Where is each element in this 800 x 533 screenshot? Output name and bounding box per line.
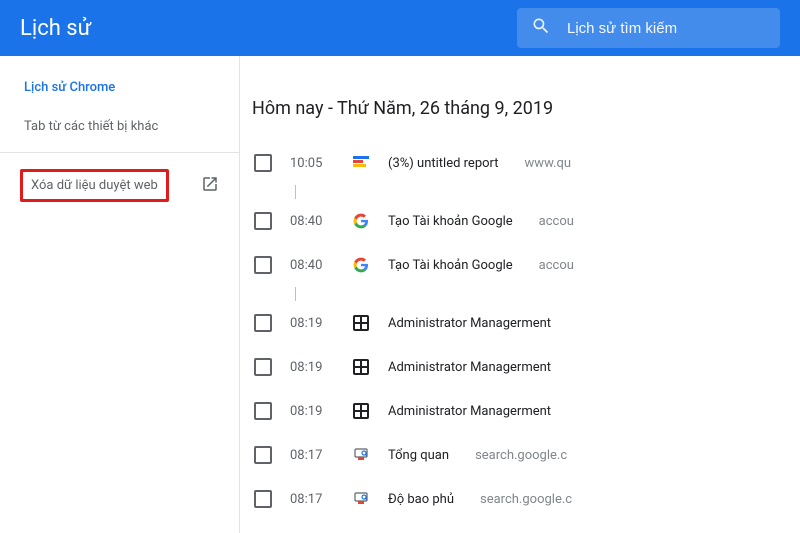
row-checkbox[interactable] <box>254 154 272 172</box>
history-row[interactable]: 08:17 Độ bao phủ search.google.c <box>240 477 800 521</box>
sidebar-item-tabs-other[interactable]: Tab từ các thiết bị khác <box>0 107 239 146</box>
site-icon <box>353 315 369 331</box>
history-main: Hôm nay - Thứ Năm, 26 tháng 9, 2019 10:0… <box>240 56 800 533</box>
row-title: Tạo Tài khoản Google <box>388 214 513 229</box>
row-title: Tổng quan <box>388 448 449 463</box>
row-url: search.google.c <box>475 448 567 463</box>
row-time: 08:17 <box>290 492 334 507</box>
page-title: Lịch sử <box>20 16 517 41</box>
history-row[interactable]: 08:19 Administrator Managerment <box>240 301 800 345</box>
row-checkbox[interactable] <box>254 212 272 230</box>
row-url: accou <box>539 214 574 229</box>
row-time: 08:40 <box>290 258 334 273</box>
row-favicon <box>352 403 370 419</box>
row-favicon <box>352 491 370 507</box>
row-favicon <box>352 257 370 273</box>
clear-data-label: Xóa dữ liệu duyệt web <box>20 169 169 202</box>
row-favicon <box>352 315 370 331</box>
search-input[interactable] <box>567 20 766 37</box>
history-row[interactable]: 10:05 (3%) untitled report www.qu <box>240 141 800 185</box>
history-row[interactable]: 08:40 Tạo Tài khoản Google accou <box>240 243 800 287</box>
row-time: 08:19 <box>290 360 334 375</box>
sidebar: Lịch sử Chrome Tab từ các thiết bị khác … <box>0 56 240 533</box>
content: Lịch sử Chrome Tab từ các thiết bị khác … <box>0 56 800 533</box>
row-title: Độ bao phủ <box>388 492 454 507</box>
row-time: 10:05 <box>290 156 334 171</box>
launch-icon <box>201 175 219 197</box>
google-icon <box>353 257 369 273</box>
history-row[interactable]: 08:40 Tạo Tài khoản Google accou <box>240 199 800 243</box>
site-icon <box>353 153 369 173</box>
history-row[interactable]: 08:17 Tổng quan search.google.c <box>240 433 800 477</box>
history-list: 10:05 (3%) untitled report www.qu 08:40 Tạo … <box>240 141 800 521</box>
history-row[interactable]: 08:19 Administrator Managerment <box>240 389 800 433</box>
site-icon <box>353 359 369 375</box>
row-checkbox[interactable] <box>254 314 272 332</box>
site-icon <box>353 403 369 419</box>
google-icon <box>353 213 369 229</box>
row-time: 08:17 <box>290 448 334 463</box>
row-url: search.google.c <box>480 492 572 507</box>
search-bar[interactable] <box>517 8 780 48</box>
row-title: Tạo Tài khoản Google <box>388 258 513 273</box>
sidebar-item-chrome-history[interactable]: Lịch sử Chrome <box>0 68 239 107</box>
row-favicon <box>352 213 370 229</box>
row-title: Administrator Managerment <box>388 404 551 419</box>
sidebar-divider <box>0 152 239 153</box>
row-checkbox[interactable] <box>254 490 272 508</box>
history-row[interactable]: 08:19 Administrator Managerment <box>240 345 800 389</box>
row-checkbox[interactable] <box>254 446 272 464</box>
search-icon <box>531 16 551 40</box>
row-checkbox[interactable] <box>254 256 272 274</box>
row-separator <box>295 185 296 199</box>
row-title: Administrator Managerment <box>388 316 551 331</box>
row-url: www.qu <box>525 156 572 171</box>
row-time: 08:40 <box>290 214 334 229</box>
date-header: Hôm nay - Thứ Năm, 26 tháng 9, 2019 <box>240 86 800 141</box>
search-console-icon <box>353 447 369 463</box>
row-separator <box>295 287 296 301</box>
row-checkbox[interactable] <box>254 358 272 376</box>
row-favicon <box>352 153 370 173</box>
row-title: (3%) untitled report <box>388 156 499 171</box>
row-time: 08:19 <box>290 404 334 419</box>
search-console-icon <box>353 491 369 507</box>
row-title: Administrator Managerment <box>388 360 551 375</box>
row-url: accou <box>539 258 574 273</box>
row-time: 08:19 <box>290 316 334 331</box>
topbar: Lịch sử <box>0 0 800 56</box>
sidebar-item-clear-data[interactable]: Xóa dữ liệu duyệt web <box>0 159 239 212</box>
row-favicon <box>352 359 370 375</box>
row-checkbox[interactable] <box>254 402 272 420</box>
row-favicon <box>352 447 370 463</box>
